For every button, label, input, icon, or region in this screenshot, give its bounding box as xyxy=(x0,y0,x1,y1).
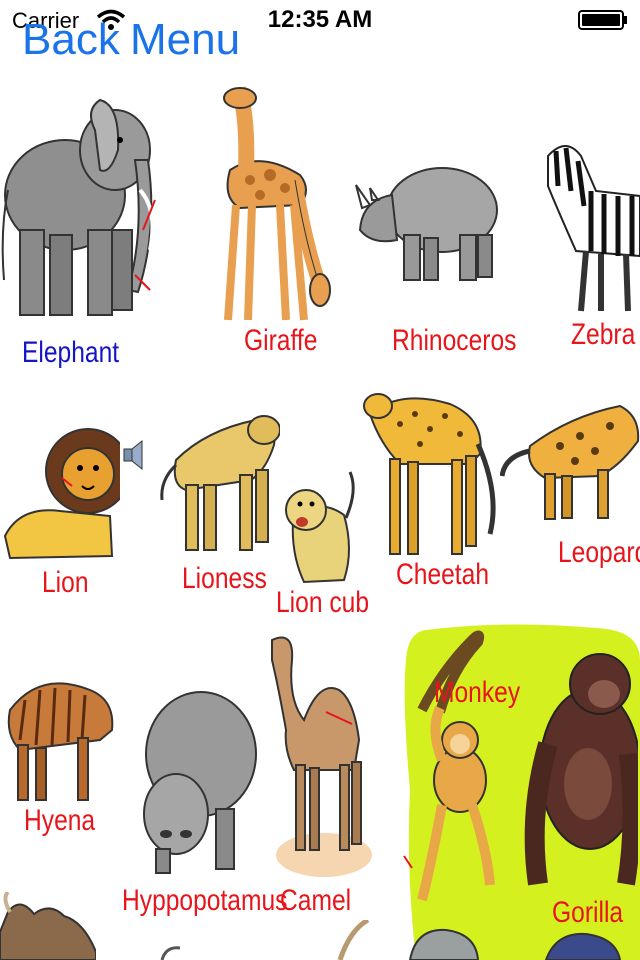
lioness-label[interactable]: Lioness xyxy=(182,562,267,596)
elephant-image[interactable] xyxy=(0,80,170,330)
hippopotamus-image[interactable] xyxy=(136,684,258,876)
lion-label[interactable]: Lion xyxy=(42,566,89,600)
primates-partial-image[interactable] xyxy=(406,924,640,960)
cheetah-image[interactable] xyxy=(360,384,506,564)
leopard-image[interactable] xyxy=(500,396,640,524)
zebra-image[interactable] xyxy=(536,136,640,316)
camel-image[interactable] xyxy=(264,630,372,880)
giraffe-image[interactable] xyxy=(200,80,340,340)
leopard-label[interactable]: Leopard xyxy=(558,536,640,570)
lion-cub-image[interactable] xyxy=(284,470,360,588)
hyena-label[interactable]: Hyena xyxy=(24,804,95,838)
partial-animal-image[interactable] xyxy=(160,944,190,960)
rhinoceros-label[interactable]: Rhinoceros xyxy=(392,324,516,358)
gorilla-image[interactable] xyxy=(518,634,638,904)
monkey-label[interactable]: Monkey xyxy=(434,676,520,710)
elephant-label[interactable]: Elephant xyxy=(22,336,119,370)
lion-image[interactable] xyxy=(0,416,120,566)
giraffe-label[interactable]: Giraffe xyxy=(244,324,317,358)
lioness-image[interactable] xyxy=(156,390,280,560)
antelope-image[interactable] xyxy=(330,920,370,960)
speaker-icon[interactable] xyxy=(122,438,146,472)
animal-scene: Elephant Giraffe Rhinoceros Zebra Lion L… xyxy=(0,40,640,960)
battery-icon xyxy=(578,10,627,30)
monkey-image[interactable] xyxy=(402,630,506,920)
rhinoceros-image[interactable] xyxy=(352,150,502,290)
buffalo-image[interactable] xyxy=(0,892,96,960)
camel-label[interactable]: Camel xyxy=(280,884,351,918)
hippopotamus-label[interactable]: Hyppopotamus xyxy=(122,884,287,918)
lion-cub-label[interactable]: Lion cub xyxy=(276,586,369,620)
zebra-label[interactable]: Zebra xyxy=(571,318,635,352)
cheetah-label[interactable]: Cheetah xyxy=(396,558,489,592)
hyena-image[interactable] xyxy=(0,660,120,810)
